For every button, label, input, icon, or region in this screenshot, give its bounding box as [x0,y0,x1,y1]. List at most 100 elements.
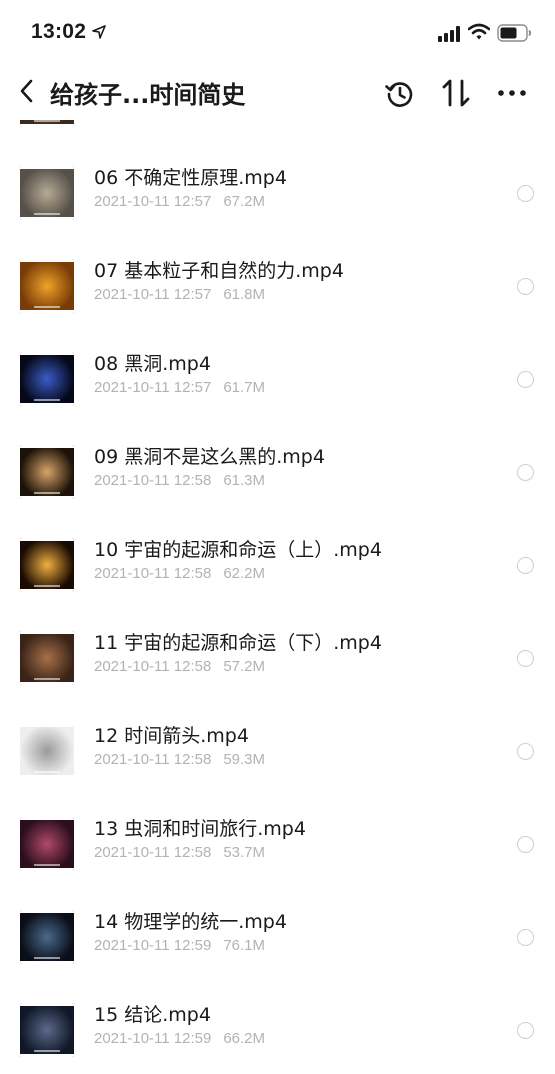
file-size: 53.7M [223,844,266,861]
select-radio[interactable] [517,464,534,481]
thumbnail-letterbox-top [20,1003,74,1006]
thumbnail-subtitle [34,957,60,959]
file-list-item[interactable]: 15 结论.mp4 2021-10-11 12:59 66.2M [0,982,555,1074]
file-date: 2021-10-11 12:57 [94,193,212,210]
page-title: 给孩子...时间简史 [50,81,246,109]
file-meta: 2021-10-11 12:58 62.2M [94,565,265,582]
thumbnail-subtitle [34,585,60,587]
status-time: 13:02 [31,20,87,43]
file-meta: 2021-10-11 12:57 67.2M [94,193,265,210]
thumbnail-subtitle [34,864,60,866]
file-name: 11 宇宙的起源和命运（下）.mp4 [94,632,382,654]
file-name: 10 宇宙的起源和命运（上）.mp4 [94,539,382,561]
thumbnail-subtitle [34,306,60,308]
thumbnail-letterbox-bottom [20,589,74,592]
thumbnail-letterbox-bottom [20,868,74,871]
video-thumbnail [20,120,74,127]
file-meta: 2021-10-11 12:57 61.8M [94,286,265,303]
file-list-item[interactable]: 06 不确定性原理.mp4 2021-10-11 12:57 67.2M [0,145,555,238]
file-size: 76.1M [223,937,266,954]
select-radio[interactable] [517,929,534,946]
select-radio[interactable] [517,836,534,853]
thumbnail-subtitle [34,492,60,494]
file-date: 2021-10-11 12:58 [94,751,212,768]
file-date: 2021-10-11 12:58 [94,844,212,861]
file-meta: 2021-10-11 12:58 61.3M [94,472,265,489]
file-list-item[interactable]: 12 时间箭头.mp4 2021-10-11 12:58 59.3M [0,703,555,796]
select-radio[interactable] [517,650,534,667]
file-name: 13 虫洞和时间旅行.mp4 [94,818,306,840]
select-radio[interactable] [517,278,534,295]
thumbnail-letterbox-top [20,259,74,262]
more-options-icon[interactable] [497,83,527,103]
video-thumbnail [20,352,74,406]
thumbnail-letterbox-top [20,352,74,355]
status-bar: 13:02 [0,0,555,64]
video-thumbnail [20,724,74,778]
thumbnail-subtitle [34,771,60,773]
file-date: 2021-10-11 12:58 [94,658,212,675]
video-thumbnail [20,259,74,313]
cellular-signal-icon [438,26,460,42]
file-list-item[interactable]: 11 宇宙的起源和命运（下）.mp4 2021-10-11 12:58 57.2M [0,610,555,703]
file-meta: 2021-10-11 12:58 57.2M [94,658,265,675]
thumbnail-letterbox-top [20,166,74,169]
file-list-item[interactable]: 10 宇宙的起源和命运（上）.mp4 2021-10-11 12:58 62.2M [0,517,555,610]
thumbnail-letterbox-bottom [20,124,74,127]
file-list-item[interactable]: 2021-10-11 12:5764.5M [0,120,555,145]
select-radio[interactable] [517,557,534,574]
file-list-item[interactable]: 09 黑洞不是这么黑的.mp4 2021-10-11 12:58 61.3M [0,424,555,517]
video-thumbnail [20,538,74,592]
history-icon[interactable] [384,78,416,110]
file-name: 06 不确定性原理.mp4 [94,167,287,189]
file-name: 07 基本粒子和自然的力.mp4 [94,260,344,282]
file-list[interactable]: 2021-10-11 12:5764.5M 06 不确定性原理.mp4 2021-1… [0,120,555,1074]
select-radio[interactable] [517,371,534,388]
video-thumbnail [20,817,74,871]
thumbnail-letterbox-bottom [20,310,74,313]
sort-icon[interactable] [441,77,471,109]
thumbnail-subtitle [34,1050,60,1052]
file-size: 61.7M [223,379,266,396]
file-size: 57.2M [223,658,266,675]
select-radio[interactable] [517,185,534,202]
video-thumbnail [20,166,74,220]
file-date: 2021-10-11 12:59 [94,937,212,954]
thumbnail-letterbox-bottom [20,496,74,499]
wifi-icon [468,23,490,40]
file-name: 08 黑洞.mp4 [94,353,211,375]
thumbnail-subtitle [34,678,60,680]
thumbnail-letterbox-top [20,910,74,913]
file-meta: 2021-10-11 12:58 59.3M [94,751,265,768]
file-list-item[interactable]: 08 黑洞.mp4 2021-10-11 12:57 61.7M [0,331,555,424]
file-date: 2021-10-11 12:58 [94,472,212,489]
file-size: 62.2M [223,565,266,582]
thumbnail-letterbox-top [20,817,74,820]
thumbnail-subtitle [34,120,60,122]
select-radio[interactable] [517,743,534,760]
thumbnail-letterbox-top [20,631,74,634]
thumbnail-letterbox-bottom [20,403,74,406]
battery-icon [497,24,532,42]
thumbnail-letterbox-bottom [20,775,74,778]
video-thumbnail [20,1003,74,1057]
thumbnail-letterbox-bottom [20,1054,74,1057]
file-list-item[interactable]: 14 物理学的统一.mp4 2021-10-11 12:59 76.1M [0,889,555,982]
thumbnail-letterbox-bottom [20,682,74,685]
file-size: 61.3M [223,472,266,489]
file-meta: 2021-10-11 12:59 76.1M [94,937,265,954]
location-arrow-icon [92,25,106,39]
file-date: 2021-10-11 12:57 [94,379,212,396]
file-date: 2021-10-11 12:59 [94,1030,212,1047]
thumbnail-letterbox-top [20,538,74,541]
video-thumbnail [20,631,74,685]
video-thumbnail [20,910,74,964]
file-list-item[interactable]: 13 虫洞和时间旅行.mp4 2021-10-11 12:58 53.7M [0,796,555,889]
file-list-item[interactable]: 07 基本粒子和自然的力.mp4 2021-10-11 12:57 61.8M [0,238,555,331]
select-radio[interactable] [517,1022,534,1039]
file-name: 09 黑洞不是这么黑的.mp4 [94,446,325,468]
back-arrow-icon[interactable] [16,77,38,105]
file-name: 14 物理学的统一.mp4 [94,911,287,933]
thumbnail-letterbox-top [20,445,74,448]
video-thumbnail [20,445,74,499]
